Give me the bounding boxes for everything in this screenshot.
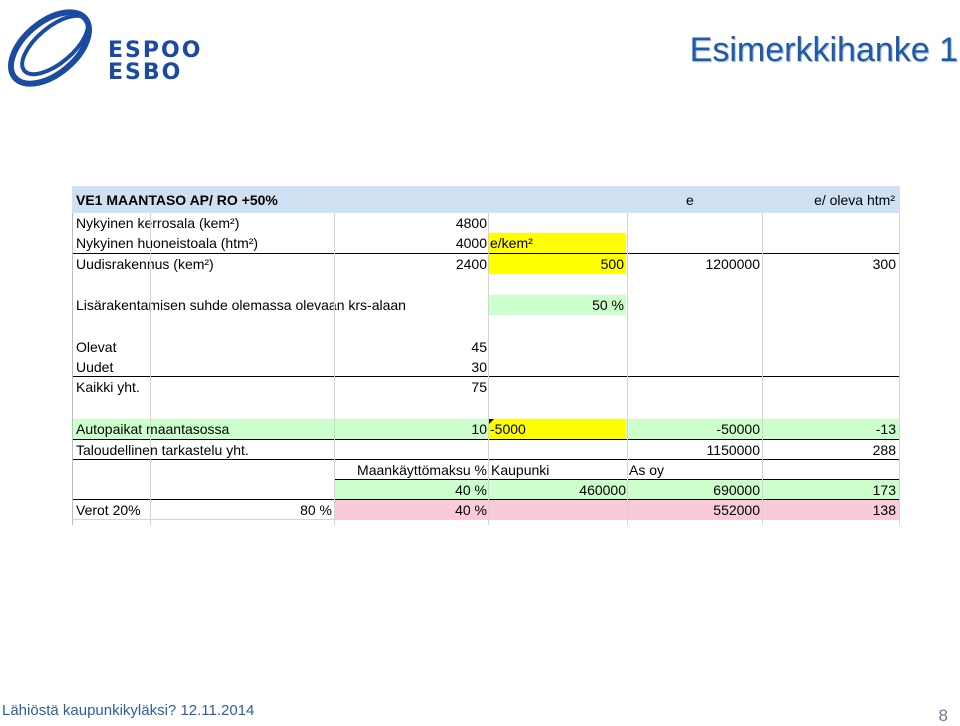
column-header-e: e [686,192,694,208]
row-value: 30 [471,359,487,375]
total-value: 1150000 [706,442,760,458]
column-header-maankaytto: Maankäyttömaksu % [357,462,487,478]
row-value: 2400 [455,256,487,272]
espoo-logo: ESPOO ESBO [0,0,200,100]
row-label: Uudet [76,359,114,375]
per-htm-value: 138 [872,502,896,518]
column-header-e-per-htm: e/ oleva htm² [814,192,895,208]
grid-line [762,213,763,525]
logo-text-espoo: ESPOO [108,38,203,63]
row-label: Uudisrakennus (kem²) [76,256,214,272]
grid-line [627,213,628,525]
row-value: 10 [471,421,487,437]
table-row-huoneistoala: Nykyinen huoneistoala (htm²) 4000 e/kem² [72,233,900,253]
logo-text-esbo: ESBO [108,60,183,85]
row-value: 75 [471,379,487,395]
table-row-autopaikat: Autopaikat maantasossa 10 -5000 -50000 -… [72,419,900,439]
spreadsheet: VE1 MAANTASO AP/ RO +50% e e/ oleva htm²… [72,186,900,525]
per-htm-value: 288 [872,442,896,458]
as-oy-value: 552000 [713,502,760,518]
total-value: 1200000 [705,256,760,272]
grid-line [899,213,900,525]
page-number: 8 [938,706,948,725]
slide-title: Esimerkkihanke 1 [689,31,958,69]
table-row-maankaytto: 40 % 460000 690000 173 [334,479,900,499]
row-label: Kaikki yht. [76,379,140,395]
table-row-uudisrakennus: Uudisrakennus (kem²) 2400 500 1200000 30… [72,253,900,274]
percent-value: 40 % [455,502,487,518]
row-label: Verot 20% [76,502,141,518]
row-label: Lisärakentamisen suhde olemassa olevaan … [76,297,406,313]
empty-row [72,315,900,337]
row-label: Olevat [76,339,117,355]
footer-text: Lähiöstä kaupunkikyläksi? 12.11.2014 [2,702,255,719]
unit-price-label: e/kem² [488,233,626,253]
espoo-logo-mark-icon [7,9,93,87]
empty-row [72,397,900,419]
grid-line [150,213,151,525]
percent-value: 40 % [455,482,487,498]
row-value: 4800 [455,215,487,231]
table-row-kerrosala: Nykyinen kerrosala (kem²) 4800 [72,213,900,233]
empty-row [72,273,900,295]
grid-line [72,213,73,525]
row-label: Nykyinen huoneistoala (htm²) [76,235,259,251]
table-row-maankaytto-header: Maankäyttömaksu % Kaupunki As oy [72,459,900,479]
table-title: VE1 MAANTASO AP/ RO +50% [76,192,278,208]
ratio-value: 50 % [488,295,626,315]
grid-line [488,213,489,525]
unit-price-value: -5000 [488,419,626,439]
column-header-kaupunki: Kaupunki [491,462,550,478]
row-label: Autopaikat maantasossa [76,421,230,437]
column-header-as-oy: As oy [629,462,665,478]
grid-line [334,213,335,525]
kaupunki-value: 460000 [579,482,626,498]
unit-price-value: 500 [488,254,626,274]
table-row-olevat: Olevat 45 [72,337,900,357]
row-value: 4000 [455,235,487,251]
row-label: Taloudellinen tarkastelu yht. [76,442,249,458]
total-value: -50000 [716,421,760,437]
table-row-uudet: Uudet 30 [72,357,900,377]
table-row-kaikki: Kaikki yht. 75 [72,377,900,397]
row-value: 45 [471,339,487,355]
table-header-row: VE1 MAANTASO AP/ RO +50% e e/ oleva htm² [72,186,900,213]
share-value: 80 % [300,502,332,518]
table-row-verot: Verot 20% 80 % 40 % 552000 138 [72,499,900,520]
per-htm-value: -13 [875,421,896,437]
as-oy-value: 690000 [713,482,760,498]
row-label: Nykyinen kerrosala (kem²) [76,215,240,231]
table-row-talous: Taloudellinen tarkastelu yht. 1150000 28… [72,439,900,459]
per-htm-value: 300 [872,256,896,272]
per-htm-value: 173 [872,482,896,498]
table-row-suhde: Lisärakentamisen suhde olemassa olevaan … [72,295,900,315]
